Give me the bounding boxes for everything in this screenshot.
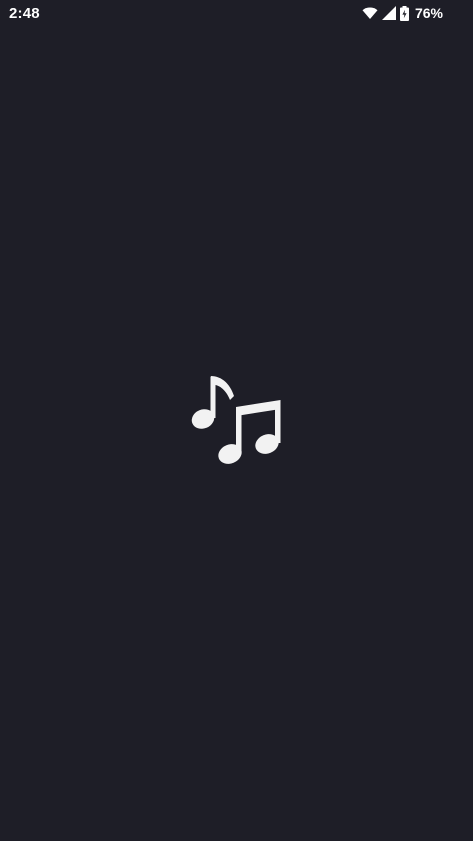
battery-percent: 76% <box>414 5 443 21</box>
cellular-signal-icon <box>381 6 396 20</box>
status-bar: 2:48 76% <box>0 0 473 26</box>
status-time: 2:48 <box>9 5 40 22</box>
music-notes-icon <box>190 374 284 468</box>
status-icons: 76% <box>362 4 443 22</box>
battery-charging-icon <box>399 5 409 21</box>
wifi-icon <box>362 7 378 19</box>
